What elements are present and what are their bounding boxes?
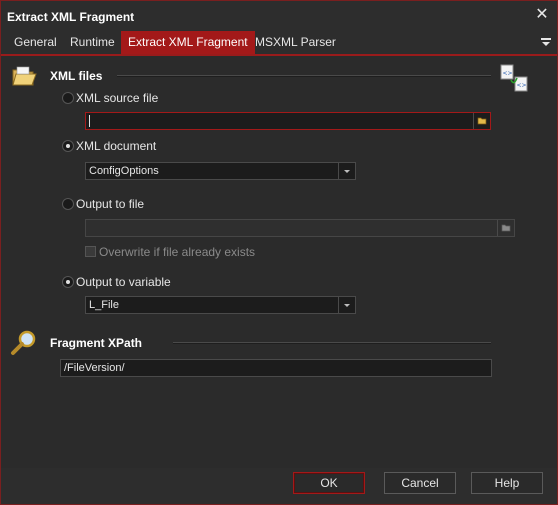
dialog-window: Extract XML Fragment ✕ General Runtime E…	[0, 0, 558, 505]
help-button[interactable]: Help	[471, 472, 543, 494]
tab-msxml-parser[interactable]: MSXML Parser	[248, 31, 343, 54]
text-caret	[89, 115, 90, 127]
dialog-footer: OK Cancel Help	[1, 468, 557, 504]
output-variable-value: L_File	[89, 299, 119, 311]
cancel-button[interactable]: Cancel	[384, 472, 456, 494]
tab-runtime[interactable]: Runtime	[63, 31, 122, 54]
chevron-down-icon[interactable]	[338, 163, 355, 179]
xml-document-label: XML document	[76, 139, 157, 153]
folder-icon	[12, 66, 37, 86]
window-title: Extract XML Fragment	[7, 10, 135, 24]
svg-text:<>: <>	[503, 70, 513, 77]
fragment-xpath-title: Fragment XPath	[50, 336, 143, 350]
folder-open-icon	[501, 224, 511, 232]
chevron-down-icon[interactable]	[338, 297, 355, 313]
xml-document-radio[interactable]	[62, 140, 74, 152]
overwrite-checkbox[interactable]	[85, 246, 96, 257]
xml-source-file-input[interactable]	[85, 112, 491, 130]
tab-general[interactable]: General	[7, 31, 64, 54]
svg-text:<>: <>	[517, 82, 527, 89]
magnifier-icon	[11, 330, 36, 355]
overwrite-label: Overwrite if file already exists	[99, 245, 256, 259]
xml-files-icon: <> <>	[500, 64, 528, 92]
tab-content: XML files <> <> XML source file XML docu…	[1, 56, 557, 468]
output-to-file-label: Output to file	[76, 197, 145, 211]
xml-files-title: XML files	[50, 69, 103, 83]
close-button[interactable]: ✕	[533, 6, 551, 24]
output-variable-select[interactable]: L_File	[85, 296, 356, 314]
xml-source-file-label: XML source file	[76, 91, 159, 105]
tab-bar: General Runtime Extract XML Fragment MSX…	[1, 31, 557, 56]
fragment-xpath-input[interactable]: /FileVersion/	[60, 359, 492, 377]
tab-menu-icon[interactable]	[541, 37, 551, 47]
folder-open-icon	[477, 117, 487, 125]
xml-files-divider	[117, 75, 491, 77]
browse-source-button[interactable]	[473, 113, 490, 129]
browse-output-button[interactable]	[497, 220, 514, 236]
output-to-variable-label: Output to variable	[76, 275, 171, 289]
ok-button[interactable]: OK	[293, 472, 365, 494]
output-to-file-radio[interactable]	[62, 198, 74, 210]
output-to-variable-radio[interactable]	[62, 276, 74, 288]
xml-document-value: ConfigOptions	[89, 165, 159, 177]
title-bar: Extract XML Fragment ✕	[1, 1, 557, 31]
xml-document-select[interactable]: ConfigOptions	[85, 162, 356, 180]
xml-source-file-radio[interactable]	[62, 92, 74, 104]
output-file-input[interactable]	[85, 219, 515, 237]
fragment-xpath-divider	[173, 342, 491, 344]
fragment-xpath-value: /FileVersion/	[64, 362, 125, 374]
tab-extract-xml-fragment[interactable]: Extract XML Fragment	[121, 31, 255, 54]
